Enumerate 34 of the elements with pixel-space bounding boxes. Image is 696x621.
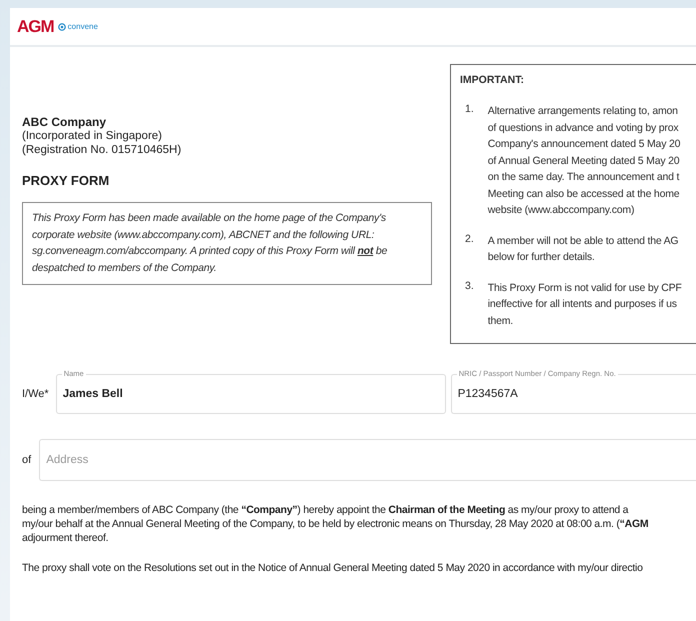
item-number: 3. bbox=[465, 280, 474, 294]
brand-text: convene bbox=[68, 22, 98, 31]
important-text: Meeting can also be accessed at the home bbox=[488, 186, 680, 202]
logo-text: AGM bbox=[17, 16, 54, 36]
item-number: 1. bbox=[465, 103, 474, 117]
important-text: Alternative arrangements relating to, amon bbox=[488, 104, 679, 119]
paragraph-text: my/our behalf at the Annual General Meeting of the Company, to be held by electronic means on Thursday, 28 May 2020 at 08:00 a.m. (“AGM bbox=[22, 517, 650, 531]
important-title: IMPORTANT: bbox=[460, 74, 525, 86]
paragraph-text: adjourment thereof. bbox=[22, 531, 110, 545]
field-prefix: of bbox=[22, 454, 32, 466]
company-detail: (Incorporated in Singapore) bbox=[22, 129, 163, 143]
important-text: below for further details. bbox=[488, 250, 596, 265]
important-text: A member will not be able to attend the AG bbox=[488, 234, 678, 248]
important-text: This Proxy Form is not valid for use by CPF bbox=[488, 280, 682, 296]
important-text: website (www.abccompany.com) bbox=[488, 203, 636, 218]
notice-text: corporate website (www.abccompany.com), ABCNET and the following URL: bbox=[32, 228, 376, 242]
notice-text: despatched to members of the Company. bbox=[32, 260, 218, 276]
notice-text: This Proxy Form has been made available on the home page of the Company's bbox=[32, 211, 387, 226]
important-text: of Annual General Meeting dated 5 May 20 bbox=[488, 154, 680, 168]
important-text: Company's announcement dated 5 May 20 bbox=[488, 137, 680, 152]
item-number: 2. bbox=[465, 232, 474, 246]
text-field[interactable]: Address bbox=[39, 439, 696, 481]
company-detail: (Registration No. 015710465H) bbox=[22, 143, 182, 157]
notice-text: sg.conveneagm.com/abccompany. A printed copy of this Proxy Form will not be bbox=[32, 244, 388, 259]
important-text: of questions in advance and voting by prox bbox=[488, 120, 680, 136]
important-text: them. bbox=[488, 314, 514, 328]
important-text: ineffective for all intents and purposes if us bbox=[488, 297, 678, 312]
field-prefix: I/We* bbox=[22, 388, 49, 400]
form-title: PROXY FORM bbox=[22, 173, 110, 188]
paragraph-text: The proxy shall vote on the Resolutions set out in the Notice of Annual General Meeting dated 5 May 2020 in accordance with my/our directio bbox=[22, 561, 644, 575]
paragraph-text: being a member/members of ABC Company (the “Company”) hereby appoint the Chairman of the Meeting as my/our proxy to attend a bbox=[22, 503, 630, 517]
ring-icon bbox=[58, 22, 66, 30]
company-name: ABC Company bbox=[22, 115, 108, 129]
important-text: on the same day. The announcement and t bbox=[488, 170, 680, 185]
